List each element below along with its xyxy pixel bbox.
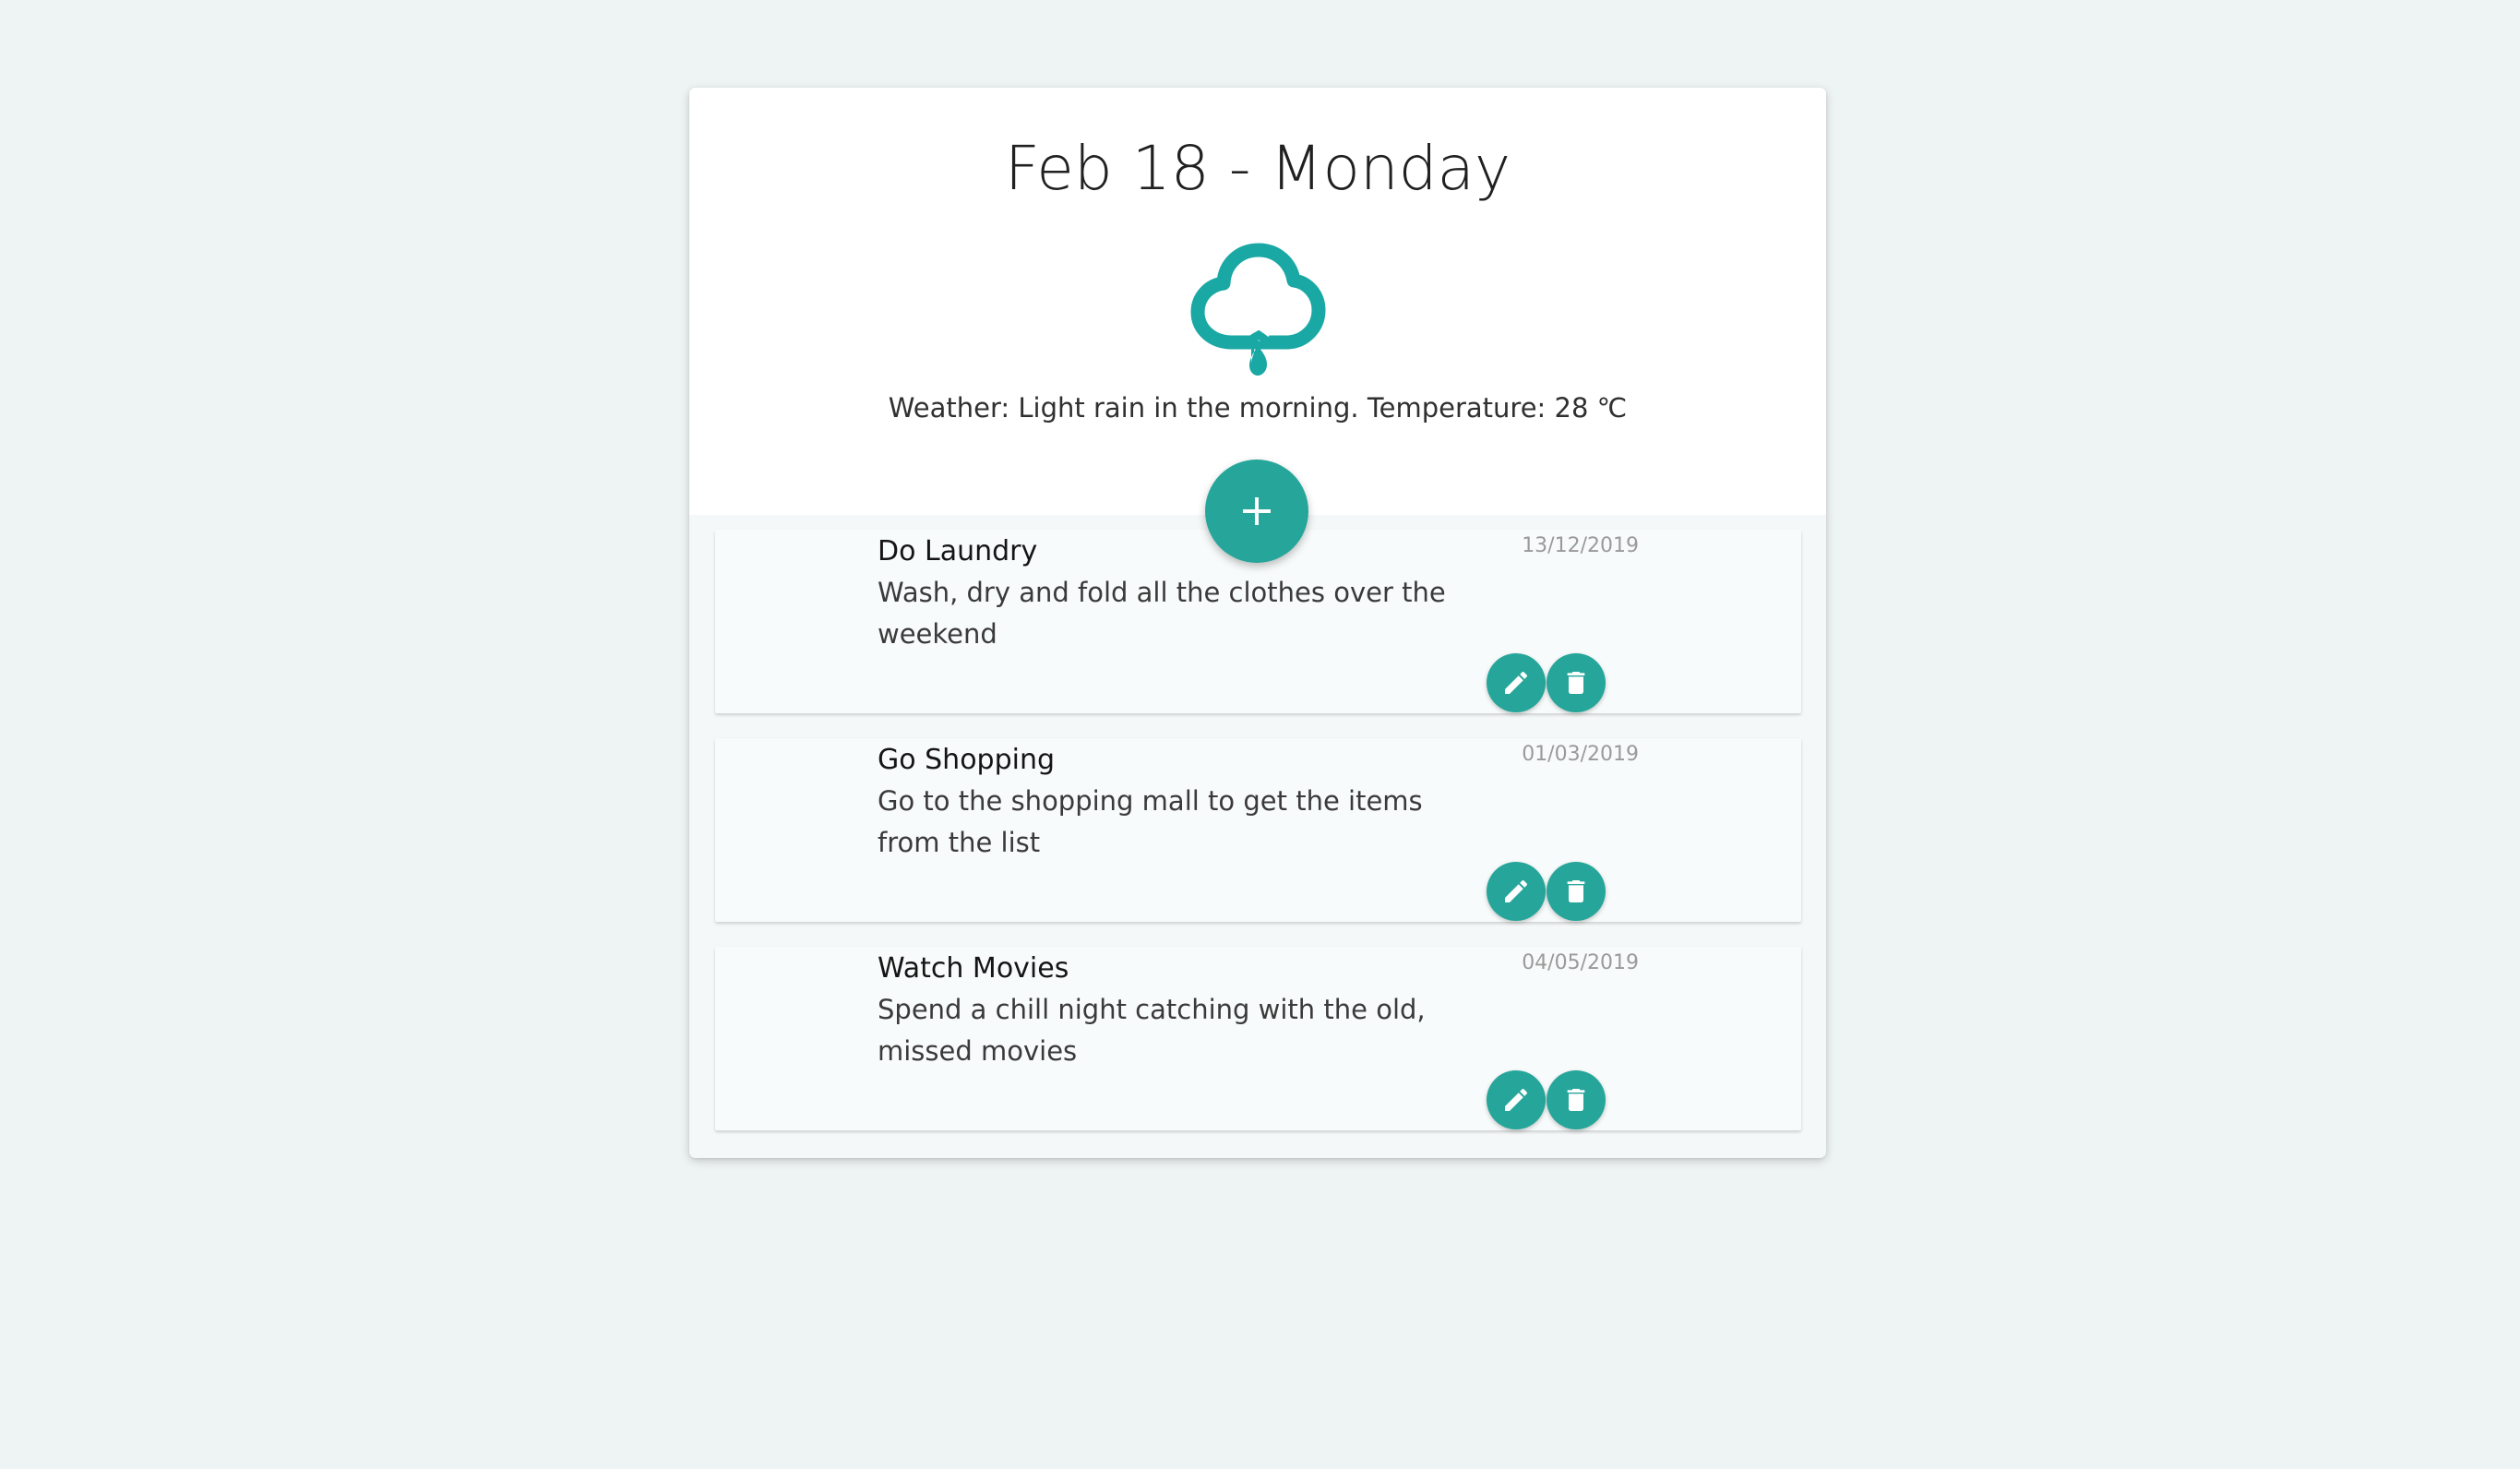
edit-button[interactable] (1487, 862, 1546, 921)
pencil-icon (1505, 1088, 1528, 1111)
weather-description: Weather: Light rain in the morning. Temp… (888, 392, 1628, 424)
todo-date: 01/03/2019 (1522, 743, 1639, 766)
delete-button[interactable] (1547, 862, 1606, 921)
todo-title: Go Shopping (878, 744, 1056, 776)
edit-button[interactable] (1487, 653, 1546, 712)
todo-list: Do Laundry Wash, dry and fold all the cl… (689, 515, 1826, 1158)
todo-date: 04/05/2019 (1522, 951, 1639, 974)
page-title: Feb 18 - Monday (1004, 133, 1511, 204)
day-card: Feb 18 - Monday Weather: Light rain in t… (689, 88, 1826, 1158)
todo-date: 13/12/2019 (1522, 534, 1639, 557)
day-header: Feb 18 - Monday Weather: Light rain in t… (689, 88, 1826, 515)
rain-cloud-icon (1190, 243, 1326, 376)
todo-description: Wash, dry and fold all the clothes over … (878, 577, 1446, 650)
todo-description: Go to the shopping mall to get the items… (878, 785, 1423, 858)
todo-item: Watch Movies Spend a chill night catchin… (715, 947, 1801, 1130)
todo-title: Do Laundry (878, 535, 1038, 567)
plus-icon (1243, 497, 1271, 525)
todo-item: Go Shopping Go to the shopping mall to g… (715, 738, 1801, 922)
trash-icon (1567, 1089, 1585, 1111)
pencil-icon (1505, 671, 1528, 694)
delete-button[interactable] (1547, 1070, 1606, 1129)
pencil-icon (1505, 879, 1528, 902)
edit-button[interactable] (1487, 1070, 1546, 1129)
todo-description: Spend a chill night catching with the ol… (878, 994, 1426, 1067)
trash-icon (1567, 672, 1585, 694)
delete-button[interactable] (1547, 653, 1606, 712)
add-todo-button[interactable] (1205, 460, 1308, 563)
todo-title: Watch Movies (878, 952, 1069, 985)
trash-icon (1567, 880, 1585, 902)
